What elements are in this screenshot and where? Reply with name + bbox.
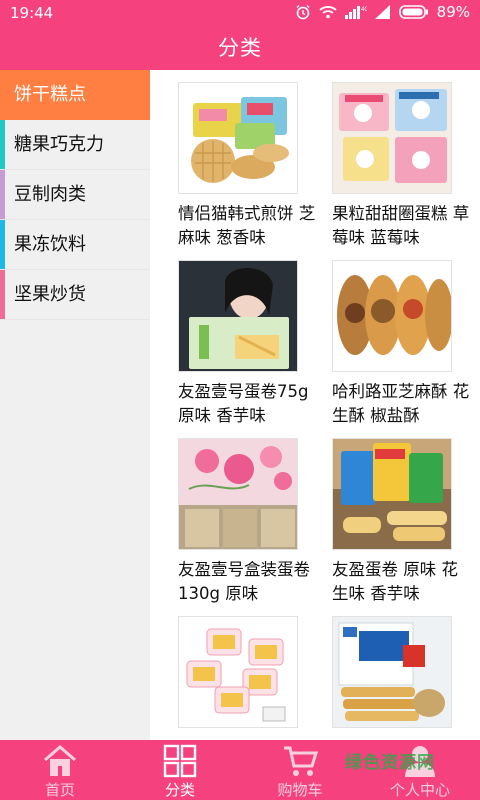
signal-4g-icon: 4G [344, 5, 367, 19]
category-grid-icon [162, 744, 198, 778]
category-label: 豆制肉类 [14, 184, 86, 205]
watermark: 绿色资源网 [345, 753, 435, 773]
category-accent-bar [0, 170, 5, 219]
wifi-icon [319, 5, 337, 19]
product-name: 友盈壹号盒装蛋卷130g 原味 [178, 560, 310, 603]
alarm-icon [295, 4, 311, 20]
product-name: 哈利路亚芝麻酥 花生酥 椒盐酥 [332, 382, 470, 425]
status-time: 19:44 [10, 4, 54, 22]
category-label: 坚果炒货 [14, 284, 86, 305]
product-card[interactable]: 哈利路亚芝麻酥 花生酥 椒盐酥 [332, 260, 472, 428]
battery-icon [398, 5, 429, 19]
battery-percent: 89% [436, 3, 470, 21]
product-card[interactable] [332, 616, 472, 736]
category-label: 饼干糕点 [14, 84, 86, 105]
product-grid: 情侣猫韩式煎饼 芝麻味 葱香味 果粒甜甜圈蛋糕 草莓味 蓝莓味 友盈壹号蛋卷75… [152, 70, 480, 740]
category-sidebar: 饼干糕点 糖果巧克力 豆制肉类 果冻饮料 坚果炒货 [0, 70, 150, 740]
signal-icon [374, 5, 391, 19]
product-card[interactable]: 友盈蛋卷 原味 花生味 香芋味 [332, 438, 472, 606]
sesame-cake-image [332, 260, 452, 372]
category-item-nuts[interactable]: 坚果炒货 [0, 270, 150, 320]
category-item-tofu-meat[interactable]: 豆制肉类 [0, 170, 150, 220]
egg-roll-bags-image [332, 438, 452, 550]
tab-label: 购物车 [277, 781, 323, 799]
cookie-pack-image [178, 82, 298, 194]
cake-packs-image [178, 616, 298, 728]
network-label: 4G [361, 7, 367, 13]
product-name: 友盈壹号蛋卷75g 原味 香芋味 [178, 382, 309, 425]
tab-label: 分类 [164, 781, 195, 799]
home-icon [42, 744, 78, 778]
category-accent-bar [0, 120, 5, 169]
product-card[interactable]: 果粒甜甜圈蛋糕 草莓味 蓝莓味 [332, 82, 472, 250]
category-label: 糖果巧克力 [14, 134, 104, 155]
tab-category[interactable]: 分类 [120, 740, 240, 800]
category-accent-bar [0, 270, 5, 319]
tab-home[interactable]: 首页 [0, 740, 120, 800]
status-bar: 19:44 4G 89% [0, 0, 480, 26]
tab-cart[interactable]: 购物车 [240, 740, 360, 800]
tab-label: 首页 [44, 781, 75, 799]
category-accent-bar [0, 220, 5, 269]
egg-roll-box-image [178, 438, 298, 550]
category-item-jelly-drinks[interactable]: 果冻饮料 [0, 220, 150, 270]
product-card[interactable]: 情侣猫韩式煎饼 芝麻味 葱香味 [178, 82, 318, 250]
tab-label: 个人中心 [389, 781, 450, 799]
page-title: 分类 [0, 26, 480, 70]
egg-roll-ad-image [178, 260, 298, 372]
status-icons: 4G 89% [295, 3, 470, 21]
product-card[interactable] [178, 616, 318, 736]
category-label: 果冻饮料 [14, 234, 86, 255]
product-card[interactable]: 友盈壹号蛋卷75g 原味 香芋味 [178, 260, 318, 428]
product-card[interactable]: 友盈壹号盒装蛋卷130g 原味 [178, 438, 318, 606]
biscuit-sticks-image [332, 616, 452, 728]
category-item-candy[interactable]: 糖果巧克力 [0, 120, 150, 170]
donut-pack-image [332, 82, 452, 194]
product-name: 友盈蛋卷 原味 花生味 香芋味 [332, 560, 458, 603]
category-accent-bar [0, 70, 5, 120]
product-name: 情侣猫韩式煎饼 芝麻味 葱香味 [178, 204, 316, 247]
product-name: 果粒甜甜圈蛋糕 草莓味 蓝莓味 [332, 204, 470, 247]
cart-icon [282, 744, 319, 778]
category-item-biscuits[interactable]: 饼干糕点 [0, 70, 150, 120]
